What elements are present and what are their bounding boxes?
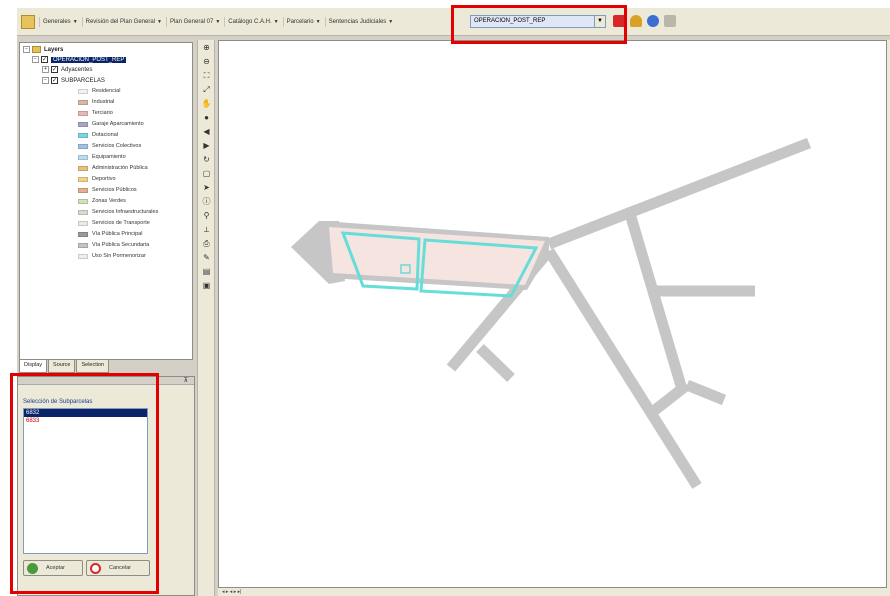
menu-parcelario[interactable]: Parcelario ▼	[282, 16, 324, 27]
sublayer-label: SUBPARCELAS	[61, 77, 105, 84]
tree-root[interactable]: − Layers	[23, 46, 63, 53]
legend-swatch	[78, 242, 88, 248]
collapse-icon[interactable]: −	[32, 56, 39, 63]
legend-row: Vía Pública Secundaria	[78, 242, 149, 248]
legend-row: Servicios Colectivos	[78, 143, 141, 149]
legend-swatch	[78, 88, 88, 94]
active-layer-label: OPERACION_POST_REP	[51, 56, 127, 63]
print-icon[interactable]: ⎙	[201, 240, 212, 248]
legend-swatch	[78, 143, 88, 149]
layers-tree-panel: − Layers − ✓ OPERACION_POST_REP + ✓ Adya…	[19, 42, 193, 360]
legend-row: Uso Sin Pormenorizar	[78, 253, 146, 259]
road-network	[446, 137, 811, 489]
legend-row: Vía Pública Principal	[78, 231, 142, 237]
zoom-extent-icon[interactable]: ⛶	[201, 72, 212, 80]
tree-root-label: Layers	[44, 46, 64, 53]
legend-row: Administración Pública	[78, 165, 148, 171]
tab-source[interactable]: Source	[48, 360, 76, 373]
layer-icon[interactable]: ▣	[201, 282, 212, 290]
pointer-icon[interactable]: ➤	[201, 184, 212, 192]
legend-swatch	[78, 121, 88, 127]
road-segment	[625, 215, 687, 388]
legend-swatch	[78, 99, 88, 105]
tab-display[interactable]: Display	[19, 360, 48, 373]
help-icon[interactable]	[664, 15, 676, 27]
layers-folder-icon	[32, 46, 41, 53]
legend-row: Servicios Infraestructurales	[78, 209, 158, 215]
legend-swatch	[78, 198, 88, 204]
legend-row: Servicios Públicos	[78, 187, 137, 193]
legend-swatch	[78, 132, 88, 138]
map-tools-strip: ⊕ ⊖ ⛶ ⤢ ✋ ● ◀ ▶ ↻ ▢ ➤ ⓘ ⚲ ⟂ ⎙ ✎ ▤ ▣	[197, 40, 215, 596]
road-segment	[651, 380, 691, 415]
menu-plan-general[interactable]: Plan General 07 ▼	[165, 16, 223, 27]
legend-swatch	[78, 253, 88, 259]
legend-row: Residencial	[78, 88, 120, 94]
menu-generales[interactable]: Generales ▼	[39, 16, 81, 27]
menu-sentencias[interactable]: Sentencias Judiciales ▼	[324, 16, 397, 27]
map-canvas[interactable]	[218, 40, 887, 588]
panel-tabs: Display Source Selection	[19, 360, 110, 373]
legend-swatch	[78, 176, 88, 182]
highlight-box-layer-combo	[451, 5, 627, 44]
legend-row: Dotacional	[78, 132, 118, 138]
road-segment	[684, 379, 727, 406]
document-icon[interactable]: ▤	[201, 268, 212, 276]
legend-row: Terciario	[78, 110, 113, 116]
legend-swatch	[78, 231, 88, 237]
globe-icon[interactable]	[647, 15, 659, 27]
legend-swatch	[78, 187, 88, 193]
layer-checkbox[interactable]: ✓	[51, 66, 58, 73]
menu-revision-plan[interactable]: Revisión del Plan General ▼	[81, 16, 165, 27]
legend-row: Industrial	[78, 99, 114, 105]
measure-icon[interactable]: ⟂	[201, 226, 212, 234]
legend-row: Zonas Verdes	[78, 198, 126, 204]
tree-item-adyacentes[interactable]: + ✓ Adyacentes	[42, 66, 92, 73]
expand-icon[interactable]: +	[42, 66, 49, 73]
tree-item-active-layer[interactable]: − ✓ OPERACION_POST_REP	[32, 56, 127, 63]
info-icon[interactable]: ⓘ	[201, 198, 212, 206]
zoom-out-icon[interactable]: ⊖	[201, 58, 212, 66]
layer-checkbox[interactable]: ✓	[51, 77, 58, 84]
road-segment	[547, 137, 811, 250]
zoom-fixed-icon[interactable]: ⤢	[201, 86, 212, 94]
legend-swatch	[78, 165, 88, 171]
tab-selection[interactable]: Selection	[76, 360, 110, 373]
menu-catalogo[interactable]: Catálogo C.A.H. ▼	[224, 16, 281, 27]
pin-icon[interactable]: ⊼	[184, 377, 188, 384]
map-drawing	[291, 137, 811, 489]
pan-hand-icon[interactable]: ✋	[201, 100, 212, 108]
legend-row: Garaje Aparcamiento	[78, 121, 144, 127]
globe-icon[interactable]: ●	[201, 114, 212, 122]
legend-swatch	[78, 209, 88, 215]
status-bar: ◂ ▸ ◂ ▸ ▸|	[218, 588, 890, 596]
legend-row: Servicios de Transporte	[78, 220, 150, 226]
status-nav-icons[interactable]: ◂ ▸ ◂ ▸ ▸|	[222, 589, 241, 595]
tree-item-subparcelas[interactable]: − ✓ SUBPARCELAS	[42, 77, 105, 84]
sublayer-label: Adyacentes	[61, 66, 93, 73]
collapse-icon[interactable]: −	[23, 46, 30, 53]
legend-swatch	[78, 110, 88, 116]
layer-checkbox[interactable]: ✓	[41, 56, 48, 63]
highlight-box-subparcel-panel	[10, 373, 159, 594]
legend-row: Deportivo	[78, 176, 116, 182]
collapse-icon[interactable]: −	[42, 77, 49, 84]
refresh-icon[interactable]: ↻	[201, 156, 212, 164]
folder-icon[interactable]	[21, 14, 35, 29]
legend-row: Equipamiento	[78, 154, 126, 160]
find-binoculars-icon[interactable]: ⚲	[201, 212, 212, 220]
legend-swatch	[78, 220, 88, 226]
zoom-in-icon[interactable]: ⊕	[201, 44, 212, 52]
legend-swatch	[78, 154, 88, 160]
select-box-icon[interactable]: ▢	[201, 170, 212, 178]
shield-icon[interactable]	[630, 15, 642, 27]
back-arrow-icon[interactable]: ◀	[201, 128, 212, 136]
road-segment	[476, 344, 515, 382]
forward-arrow-icon[interactable]: ▶	[201, 142, 212, 150]
edit-pencil-icon[interactable]: ✎	[201, 254, 212, 262]
toolbar-menu: Generales ▼ Revisión del Plan General ▼ Pl…	[39, 16, 397, 27]
